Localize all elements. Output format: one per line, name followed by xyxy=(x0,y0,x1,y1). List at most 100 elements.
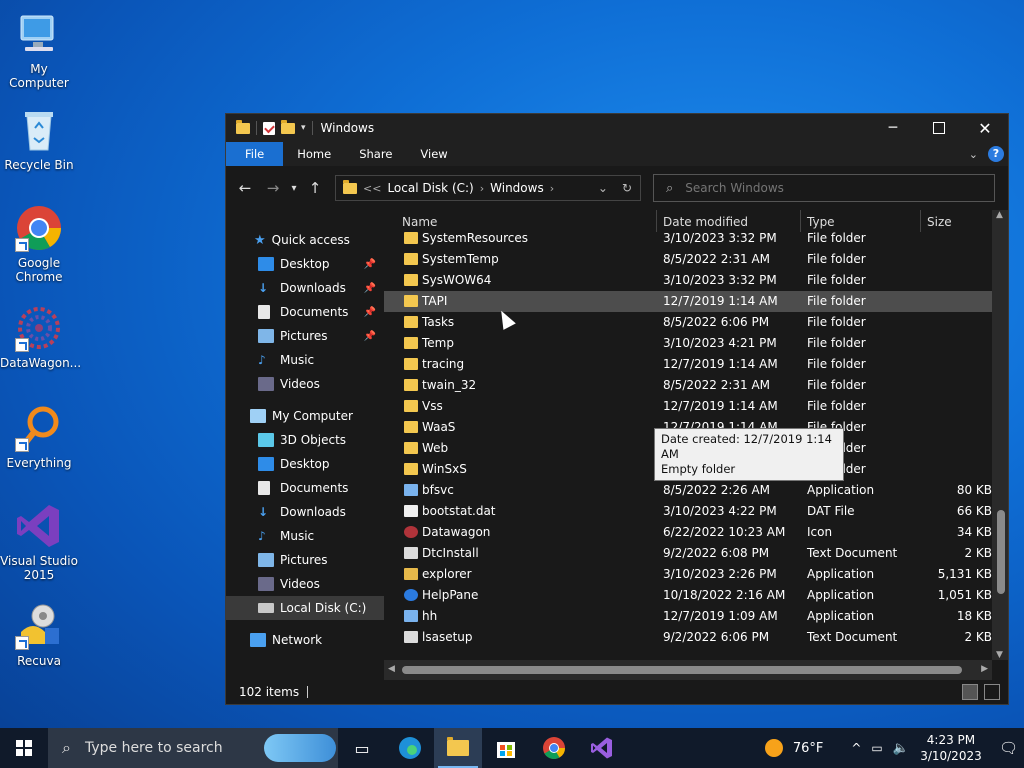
file-row[interactable]: Temp 3/10/2023 4:21 PM File folder xyxy=(384,333,992,354)
file-row[interactable]: HelpPane 10/18/2022 2:16 AM Application 1,0… xyxy=(384,585,992,606)
minimize-button[interactable]: ─ xyxy=(870,114,916,142)
notifications-icon[interactable]: 🗨 xyxy=(999,739,1018,757)
file-row[interactable]: TAPI 12/7/2019 1:14 AM File folder xyxy=(384,291,992,312)
weather-sun-icon[interactable] xyxy=(764,739,783,757)
new-folder-icon[interactable] xyxy=(281,119,295,134)
help-icon[interactable]: ? xyxy=(988,146,1004,162)
vertical-scroll-thumb[interactable] xyxy=(997,510,1005,594)
desktop-icon-visual-studio[interactable]: Visual Studio 2015 xyxy=(0,502,78,582)
visual-studio-icon xyxy=(591,737,612,759)
column-header-type[interactable]: Type xyxy=(807,215,835,229)
desktop-icon-recycle-bin[interactable]: Recycle Bin xyxy=(0,106,78,172)
weather-temperature[interactable]: 76°F xyxy=(793,741,824,756)
horizontal-scrollbar[interactable]: ◀ ▶ xyxy=(384,660,992,680)
taskbar-search[interactable]: ⌕ Type here to search xyxy=(48,728,338,768)
expand-ribbon-icon[interactable]: ⌄ xyxy=(969,148,978,161)
task-view-button[interactable]: ▭ xyxy=(338,728,386,768)
title-bar[interactable]: ▾ Windows ─ ✕ xyxy=(226,114,1008,142)
nav-network[interactable]: Network xyxy=(226,628,384,652)
nav-quick-videos[interactable]: Videos xyxy=(226,372,384,396)
file-row[interactable]: SystemTemp 8/5/2022 2:31 AM File folder xyxy=(384,249,992,270)
address-bar[interactable]: << Local Disk (C:) › Windows › ⌄ ↻ xyxy=(335,175,641,201)
nav-quick-pictures[interactable]: Pictures 📌 xyxy=(226,324,384,348)
tab-view[interactable]: View xyxy=(406,142,461,166)
details-view-button[interactable] xyxy=(962,684,978,700)
up-button[interactable]: ↑ xyxy=(301,179,329,197)
maximize-button[interactable] xyxy=(916,114,962,142)
nav-local-disk[interactable]: Local Disk (C:) xyxy=(226,596,384,620)
column-header-date[interactable]: Date modified xyxy=(663,215,748,229)
nav-3d-objects[interactable]: 3D Objects xyxy=(226,428,384,452)
desktop-icon-my-computer[interactable]: My Computer xyxy=(0,10,78,90)
desktop-icon-everything[interactable]: Everything xyxy=(0,404,78,470)
show-hidden-icons-icon[interactable]: ^ xyxy=(851,741,861,755)
back-button[interactable]: ← xyxy=(231,179,259,197)
file-row[interactable]: Datawagon 6/22/2022 10:23 AM Icon 34 KB xyxy=(384,522,992,543)
breadcrumb-local-disk[interactable]: Local Disk (C:) xyxy=(387,181,473,195)
vertical-scrollbar[interactable]: ▲ ▼ xyxy=(992,210,1008,660)
taskbar-store[interactable] xyxy=(482,728,530,768)
tab-home[interactable]: Home xyxy=(283,142,345,166)
nav-documents[interactable]: Documents xyxy=(226,476,384,500)
horizontal-scroll-thumb[interactable] xyxy=(402,666,962,674)
file-row[interactable]: SystemResources 3/10/2023 3:32 PM File fol… xyxy=(384,228,992,249)
nav-desktop[interactable]: Desktop xyxy=(226,452,384,476)
taskbar-file-explorer[interactable] xyxy=(434,728,482,768)
application-icon xyxy=(404,610,418,622)
forward-button[interactable]: → xyxy=(259,179,287,197)
file-row[interactable]: twain_32 8/5/2022 2:31 AM File folder xyxy=(384,375,992,396)
start-button[interactable] xyxy=(0,728,48,768)
file-row[interactable]: hh 12/7/2019 1:09 AM Application 18 KB xyxy=(384,606,992,627)
file-row[interactable]: lsasetup 9/2/2022 6:06 PM Text Document 2 K… xyxy=(384,627,992,648)
nav-videos[interactable]: Videos xyxy=(226,572,384,596)
file-row[interactable]: tracing 12/7/2019 1:14 AM File folder xyxy=(384,354,992,375)
file-row[interactable]: Tasks 8/5/2022 6:06 PM File folder xyxy=(384,312,992,333)
nav-downloads[interactable]: ↓ Downloads xyxy=(226,500,384,524)
recent-locations-button[interactable]: ▾ xyxy=(287,183,301,194)
address-dropdown-icon[interactable]: ⌄ xyxy=(598,181,608,195)
scroll-left-icon[interactable]: ◀ xyxy=(388,664,395,674)
chevron-right-icon[interactable]: › xyxy=(480,182,484,195)
desktop-icon-datawagon[interactable]: DataWagon... xyxy=(0,304,81,370)
refresh-icon[interactable]: ↻ xyxy=(622,181,632,195)
customize-toolbar-icon[interactable]: ▾ xyxy=(301,123,306,133)
search-input[interactable] xyxy=(683,180,968,196)
tab-file[interactable]: File xyxy=(226,142,284,166)
file-row[interactable]: SysWOW64 3/10/2023 3:32 PM File folder xyxy=(384,270,992,291)
drive-icon xyxy=(258,603,274,613)
network-icon[interactable]: ▭ xyxy=(871,741,882,755)
nav-pictures[interactable]: Pictures xyxy=(226,548,384,572)
close-button[interactable]: ✕ xyxy=(962,114,1008,142)
nav-my-computer[interactable]: My Computer xyxy=(226,404,384,428)
column-header-size[interactable]: Size xyxy=(927,215,952,229)
desktop-icon-google-chrome[interactable]: Google Chrome xyxy=(0,204,78,284)
column-header-name[interactable]: Name xyxy=(402,215,437,229)
address-overflow[interactable]: << xyxy=(363,182,381,195)
desktop-icon-recuva[interactable]: Recuva xyxy=(0,602,78,668)
breadcrumb-windows[interactable]: Windows xyxy=(490,181,544,195)
large-icons-view-button[interactable] xyxy=(984,684,1000,700)
file-row[interactable]: explorer 3/10/2023 2:26 PM Application 5,13… xyxy=(384,564,992,585)
file-row[interactable]: bootstat.dat 3/10/2023 4:22 PM DAT File 66 … xyxy=(384,501,992,522)
taskbar-visual-studio[interactable] xyxy=(578,728,626,768)
file-row[interactable]: DtcInstall 9/2/2022 6:08 PM Text Document 2… xyxy=(384,543,992,564)
nav-quick-access[interactable]: ★ Quick access xyxy=(226,228,384,252)
file-row[interactable]: bfsvc 8/5/2022 2:26 AM Application 80 KB xyxy=(384,480,992,501)
nav-quick-desktop[interactable]: Desktop 📌 xyxy=(226,252,384,276)
tab-share[interactable]: Share xyxy=(345,142,406,166)
search-box[interactable]: ⌕ xyxy=(653,174,995,202)
scroll-up-icon[interactable]: ▲ xyxy=(996,210,1003,220)
volume-icon[interactable]: 🔈 xyxy=(893,741,909,756)
file-row[interactable]: Vss 12/7/2019 1:14 AM File folder xyxy=(384,396,992,417)
nav-music[interactable]: ♪ Music xyxy=(226,524,384,548)
scroll-down-icon[interactable]: ▼ xyxy=(996,650,1003,660)
nav-quick-downloads[interactable]: ↓ Downloads 📌 xyxy=(226,276,384,300)
scroll-right-icon[interactable]: ▶ xyxy=(981,664,988,674)
clock[interactable]: 4:23 PM 3/10/2023 xyxy=(919,732,983,764)
properties-icon[interactable] xyxy=(263,121,275,135)
taskbar-chrome[interactable] xyxy=(530,728,578,768)
chevron-right-icon[interactable]: › xyxy=(550,182,554,195)
nav-quick-documents[interactable]: Documents 📌 xyxy=(226,300,384,324)
taskbar-edge[interactable] xyxy=(386,728,434,768)
nav-quick-music[interactable]: ♪ Music xyxy=(226,348,384,372)
